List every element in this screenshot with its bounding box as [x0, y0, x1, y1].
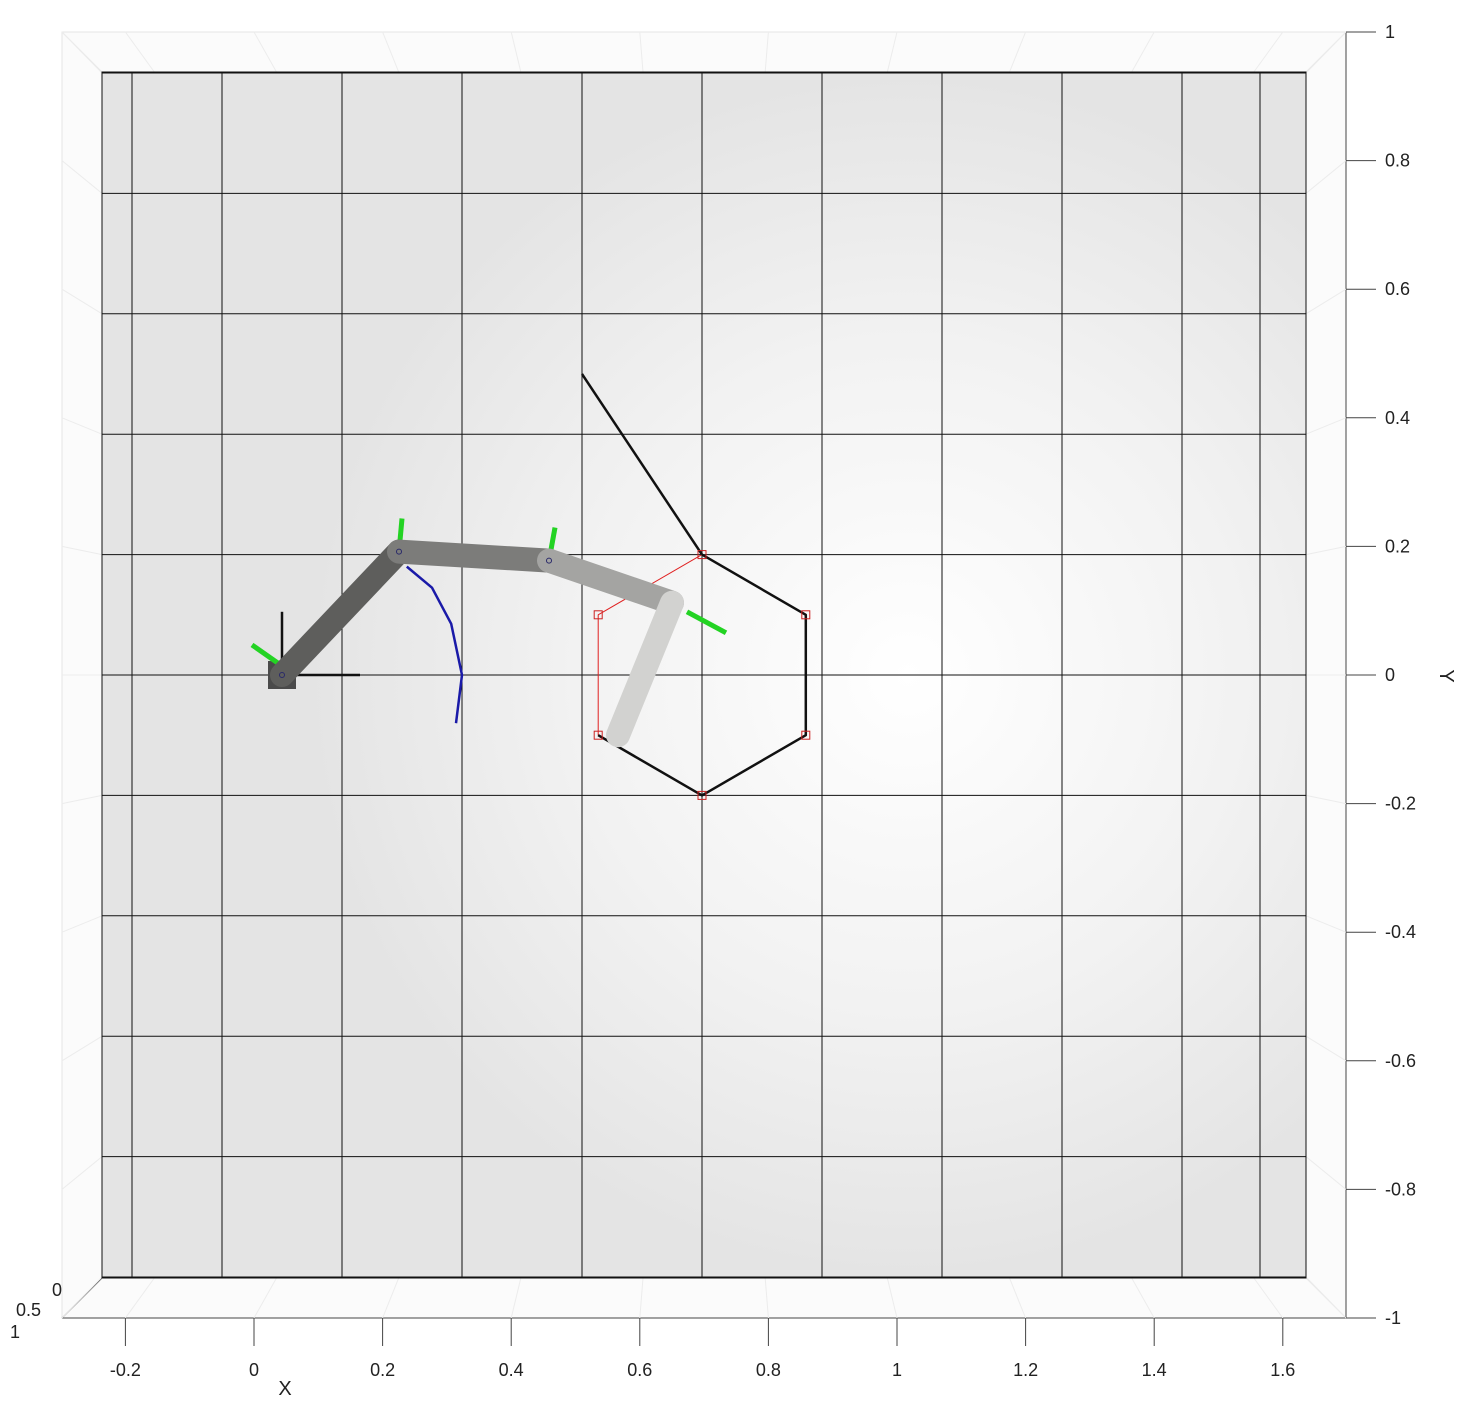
z-tick-label: 0: [52, 1280, 62, 1300]
z-tick-label: 0.5: [16, 1300, 41, 1320]
z-axis-ticks: 00.51: [10, 1280, 62, 1342]
y-tick-label: -0.4: [1385, 922, 1416, 942]
y-tick-label: 1: [1385, 22, 1395, 42]
x-axis-ticks: -0.2 0 0.2 0.4 0.6 0.8 1 1.2 1.4 1.6: [110, 1318, 1295, 1380]
y-tick-label: -0.2: [1385, 794, 1416, 814]
robot-arm-plot: -0.2 0 0.2 0.4 0.6 0.8 1 1.2 1.4 1.6 1 0.8 0.6 0.4 0.…: [10, 22, 1457, 1400]
x-tick-label: 0.4: [499, 1360, 524, 1380]
y-tick-label: 0: [1385, 665, 1395, 685]
z-tick-label: 1: [10, 1322, 20, 1342]
x-tick-label: -0.2: [110, 1360, 141, 1380]
x-tick-label: 0.6: [627, 1360, 652, 1380]
x-axis-label: X: [278, 1378, 291, 1400]
x-tick-label: 0: [249, 1360, 259, 1380]
robot-link: [387, 539, 561, 573]
y-tick-label: 0.4: [1385, 408, 1410, 428]
y-tick-label: 0.8: [1385, 151, 1410, 171]
x-tick-label: 0.2: [370, 1360, 395, 1380]
x-tick-label: 1.2: [1013, 1360, 1038, 1380]
y-axis-ticks: 1 0.8 0.6 0.4 0.2 0 -0.2 -0.4 -0.6 -0.8 -1: [1346, 22, 1416, 1328]
x-tick-label: 1: [892, 1360, 902, 1380]
y-axis-label: Y: [1435, 669, 1457, 682]
y-tick-label: 0.2: [1385, 536, 1410, 556]
y-tick-label: -0.8: [1385, 1179, 1416, 1199]
x-tick-label: 1.4: [1142, 1360, 1167, 1380]
x-tick-label: 1.6: [1270, 1360, 1295, 1380]
x-tick-label: 0.8: [756, 1360, 781, 1380]
y-tick-label: 0.6: [1385, 279, 1410, 299]
y-tick-label: -0.6: [1385, 1051, 1416, 1071]
y-tick-label: -1: [1385, 1308, 1401, 1328]
